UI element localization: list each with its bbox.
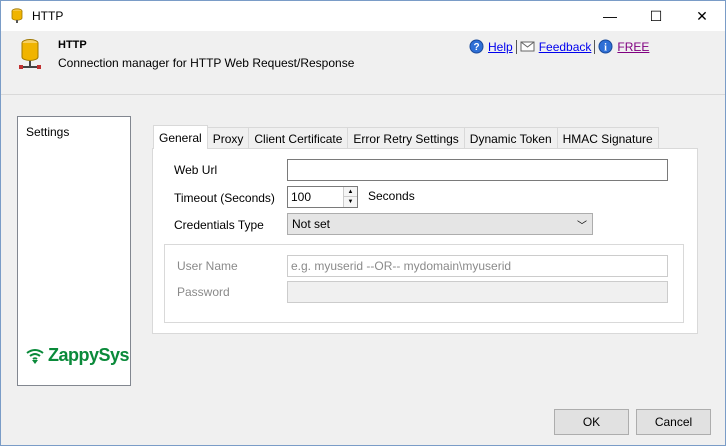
tab-hmac-signature[interactable]: HMAC Signature <box>556 127 659 149</box>
timeout-spin-buttons: ▲ ▼ <box>343 187 357 207</box>
database-icon <box>11 8 23 23</box>
close-icon: ✕ <box>696 7 708 24</box>
header-subtitle: Connection manager for HTTP Web Request/… <box>58 56 355 70</box>
wifi-logo-icon <box>26 348 44 364</box>
svg-text:?: ? <box>473 42 479 53</box>
dialog-window: HTTP — ☐ ✕ HTTP Connection manager for H… <box>0 0 726 446</box>
maximize-icon: ☐ <box>649 7 663 24</box>
help-link[interactable]: Help <box>488 40 513 54</box>
chevron-down-icon: ﹀ <box>577 221 587 232</box>
minimize-icon: — <box>603 8 617 24</box>
web-url-label: Web Url <box>174 163 218 177</box>
title-bar: HTTP — ☐ ✕ <box>1 1 725 31</box>
free-link[interactable]: FREE <box>617 40 649 54</box>
tab-strip: General Proxy Client Certificate Error R… <box>153 125 659 149</box>
header-links: ? Help Feedback i FREE <box>469 39 649 54</box>
cancel-button[interactable]: Cancel <box>636 409 711 435</box>
credentials-type-select[interactable]: Not set ﹀ <box>287 213 593 235</box>
password-input[interactable] <box>287 281 668 303</box>
timeout-unit-label: Seconds <box>368 189 415 203</box>
tab-proxy[interactable]: Proxy <box>206 127 250 149</box>
svg-text:i: i <box>605 43 608 54</box>
timeout-stepper[interactable]: 100 ▲ ▼ <box>287 186 358 208</box>
link-separator <box>515 39 517 54</box>
header-panel: HTTP Connection manager for HTTP Web Req… <box>1 31 725 95</box>
maximize-button[interactable]: ☐ <box>633 1 679 31</box>
tab-dynamic-token[interactable]: Dynamic Token <box>463 127 558 149</box>
tab-general[interactable]: General <box>153 125 208 149</box>
logo-text: ZappySys <box>48 345 130 365</box>
spin-up-icon[interactable]: ▲ <box>344 187 357 197</box>
ok-button[interactable]: OK <box>554 409 629 435</box>
zappysys-logo: ZappySys <box>25 345 130 366</box>
web-url-input[interactable] <box>287 159 668 181</box>
tab-error-retry-settings[interactable]: Error Retry Settings <box>347 127 465 149</box>
sidebar-item-settings[interactable]: Settings <box>26 125 69 139</box>
database-connection-icon <box>19 39 41 69</box>
info-icon: i <box>598 39 613 54</box>
settings-sidebar: Settings ZappySys <box>17 116 131 386</box>
user-name-label: User Name <box>177 259 238 273</box>
user-name-input[interactable]: e.g. myuserid --OR-- mydomain\myuserid <box>287 255 668 277</box>
mail-icon <box>520 41 535 52</box>
spin-down-icon[interactable]: ▼ <box>344 197 357 207</box>
timeout-label: Timeout (Seconds) <box>174 191 275 205</box>
password-label: Password <box>177 285 230 299</box>
tab-client-certificate[interactable]: Client Certificate <box>248 127 349 149</box>
header-title: HTTP <box>58 39 87 51</box>
link-separator <box>594 39 596 54</box>
window-title: HTTP <box>32 9 64 23</box>
user-name-placeholder: e.g. myuserid --OR-- mydomain\myuserid <box>291 259 512 273</box>
help-icon: ? <box>469 39 484 54</box>
timeout-value: 100 <box>291 190 312 204</box>
credentials-type-value: Not set <box>292 217 331 231</box>
credentials-type-label: Credentials Type <box>174 218 264 232</box>
close-button[interactable]: ✕ <box>679 1 725 31</box>
feedback-link[interactable]: Feedback <box>539 40 592 54</box>
minimize-button[interactable]: — <box>587 1 633 31</box>
